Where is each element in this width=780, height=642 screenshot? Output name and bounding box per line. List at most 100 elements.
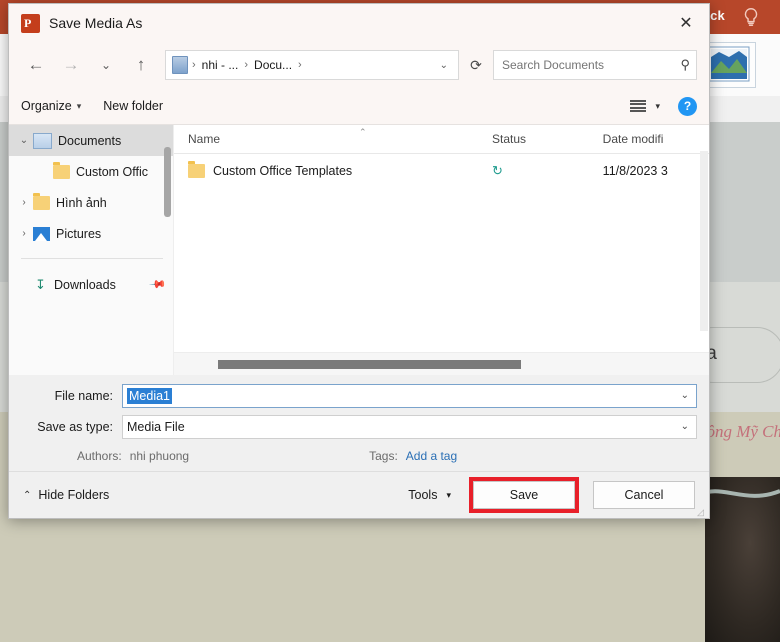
picture-icon[interactable] [704,42,756,88]
file-list-pane: Name Status Date modifi ⌃ Custom Office … [174,125,709,375]
column-header-date-modified[interactable]: Date modifi [589,132,709,146]
sidebar-item-label: Hình ảnh [56,195,107,210]
powerpoint-icon-glyph: P [24,15,32,30]
file-name-row: File name: Media1 ⌄ [21,383,697,408]
powerpoint-icon: P [21,13,40,33]
sort-ascending-icon: ⌃ [359,127,367,137]
breadcrumb-separator-1: › [244,59,249,71]
table-row[interactable]: Custom Office Templates ↻ 11/8/2023 3 [174,154,709,187]
file-rows: Custom Office Templates ↻ 11/8/2023 3 [174,154,709,352]
resize-grip[interactable]: ◿ [697,507,707,517]
tools-button[interactable]: Tools ▾ [408,488,451,502]
chevron-down-icon[interactable]: ⌄ [676,421,694,432]
sidebar-item-downloads[interactable]: ↧ Downloads 📌 [9,269,173,300]
cancel-button[interactable]: Cancel [593,481,695,509]
sidebar-item-custom-office-templates[interactable]: Custom Offic [9,156,173,187]
sidebar-item-label: Documents [58,133,122,148]
dialog-title: Save Media As [49,15,143,31]
save-as-type-label: Save as type: [37,419,113,434]
pictures-icon [33,226,50,241]
organize-button[interactable]: Organize ▾ [21,99,81,113]
chevron-right-icon[interactable]: › [15,197,33,208]
sidebar-item-label: Downloads [54,277,116,292]
tools-label: Tools [408,488,438,502]
hide-folders-label: Hide Folders [38,488,110,502]
help-icon[interactable]: ? [678,96,697,116]
file-name-cell[interactable]: Custom Office Templates [174,160,478,178]
sidebar-item-hinh-anh[interactable]: › Hình ảnh [9,187,173,218]
footer-buttons: Tools ▾ Save Cancel [408,477,695,513]
folder-icon [33,192,50,210]
sidebar-item-label: Pictures [56,226,102,241]
column-headers: Name Status Date modifi ⌃ [174,125,709,154]
download-icon: ↧ [35,276,46,292]
authors-value[interactable]: nhi phuong [130,449,189,463]
folder-icon [188,160,205,178]
scrollbar-thumb[interactable] [218,359,522,369]
sync-icon: ↻ [492,162,503,178]
sidebar-scrollbar[interactable] [164,147,171,217]
hide-folders-button[interactable]: ⌃ Hide Folders [23,488,109,502]
recent-locations-button[interactable]: ⌄ [91,50,121,80]
view-layout-icon[interactable] [630,100,647,112]
file-name-input[interactable]: Media1 ⌄ [122,383,697,408]
lightbulb-icon[interactable] [740,6,762,28]
onedrive-folder-icon [172,56,188,74]
sidebar-item-pictures[interactable]: › Pictures [9,218,173,249]
close-icon[interactable]: ✕ [663,4,709,42]
sidebar-divider [21,258,163,259]
refresh-icon[interactable]: ⟳ [463,52,489,78]
dialog-title-bar: P Save Media As ✕ [9,4,709,42]
file-name-label: Custom Office Templates [213,163,353,178]
breadcrumb-separator-0: › [192,59,196,71]
dialog-toolbar: Organize ▾ New folder ▾ ? [9,88,709,125]
chevron-down-icon[interactable]: ▾ [655,101,660,112]
save-as-type-row: Save as type: Media File ⌄ [21,414,697,439]
folder-icon [53,161,70,179]
new-folder-button[interactable]: New folder [103,99,163,113]
sidebar-item-documents[interactable]: ⌄ Documents [9,125,173,156]
add-a-tag-link[interactable]: Add a tag [406,449,457,463]
dialog-body: ⌄ Documents Custom Offic › Hình ảnh › Pi… [9,125,709,375]
metadata-row: Authors: nhi phuong Tags: Add a tag [21,445,697,467]
breadcrumb-item-0[interactable]: nhi - ... [202,58,239,72]
file-pane-horizontal-scrollbar[interactable] [174,352,709,375]
chevron-down-icon[interactable]: ⌄ [15,135,33,146]
save-button[interactable]: Save [473,481,575,509]
chevron-down-icon: ▾ [446,489,451,500]
breadcrumb-item-1[interactable]: Docu... [254,58,292,72]
file-pane-vertical-scrollbar[interactable] [700,151,708,331]
chevron-down-icon[interactable]: ⌄ [676,390,694,401]
save-media-as-dialog: P Save Media As ✕ ← → ⌄ ↑ › nhi - ... › … [8,3,710,519]
pin-icon[interactable]: 📌 [149,275,168,294]
address-bar[interactable]: › nhi - ... › Docu... › ⌄ [165,50,459,80]
dialog-footer: ⌃ Hide Folders Tools ▾ Save Cancel [9,471,709,518]
toolbar-right-group: ▾ ? [630,96,697,116]
chevron-up-icon: ⌃ [23,489,32,501]
column-header-name[interactable]: Name [174,132,478,146]
chevron-down-icon: ▾ [76,100,82,111]
save-button-highlight: Save [469,477,579,513]
organize-label: Organize [21,99,72,113]
save-as-type-select[interactable]: Media File ⌄ [122,414,697,439]
save-form: File name: Media1 ⌄ Save as type: Media … [9,375,709,471]
save-as-type-value: Media File [127,419,185,434]
documents-icon [33,132,52,149]
up-button[interactable]: ↑ [126,50,156,80]
column-header-status[interactable]: Status [478,132,589,146]
search-input[interactable] [500,57,681,73]
file-name-value: Media1 [127,387,172,404]
navigation-bar: ← → ⌄ ↑ › nhi - ... › Docu... › ⌄ ⟳ ⚲ [9,42,709,88]
back-button[interactable]: ← [21,50,51,80]
chevron-down-icon[interactable]: ⌄ [434,60,454,71]
sidebar-item-label: Custom Offic [76,164,149,179]
navigation-pane: ⌄ Documents Custom Offic › Hình ảnh › Pi… [9,125,174,375]
slide-branch-decoration [700,489,780,498]
forward-button[interactable]: → [56,50,86,80]
authors-label: Authors: [77,449,122,463]
chevron-right-icon[interactable]: › [15,228,33,239]
search-box[interactable]: ⚲ [493,50,697,80]
breadcrumb-separator-2: › [298,59,302,71]
search-icon[interactable]: ⚲ [680,57,690,73]
file-date-cell: 11/8/2023 3 [602,163,668,178]
